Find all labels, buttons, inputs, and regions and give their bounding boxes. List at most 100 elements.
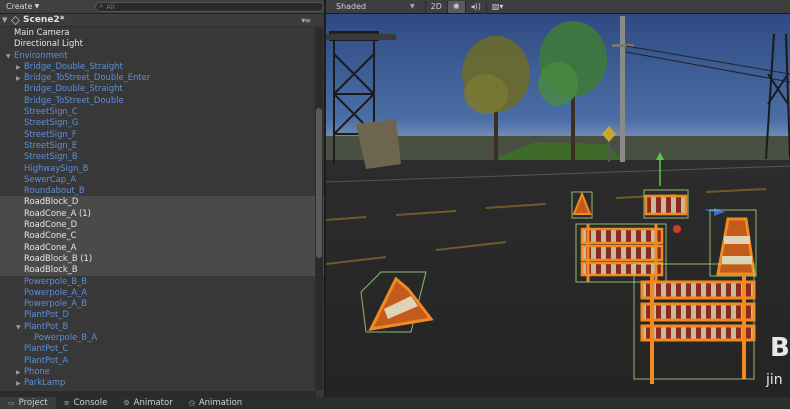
hierarchy-item[interactable]: ▼ PlantPot_B	[0, 321, 324, 332]
hierarchy-item[interactable]: HighwaySign_B	[0, 163, 324, 174]
animator-icon: ⚙	[123, 399, 130, 407]
scene-view-panel: Shaded ▼ 2D ✺ ◂)) ▨▾ B jin	[326, 0, 790, 397]
watermark-letter: B	[770, 333, 790, 363]
hierarchy-item-label: RoadCone_C	[24, 230, 77, 241]
hierarchy-item-label: HighwaySign_B	[24, 162, 89, 173]
hierarchy-item[interactable]: StreetSign_C	[0, 106, 324, 117]
hierarchy-item[interactable]: RoadCone_A	[0, 241, 324, 253]
hierarchy-item-label: PlantPot_B	[24, 320, 69, 331]
hierarchy-item[interactable]: StreetSign_G	[0, 117, 324, 128]
hierarchy-item-label: Powerpole_A_B	[24, 298, 88, 309]
hierarchy-item[interactable]: ▼ Environment	[0, 50, 324, 61]
hierarchy-item[interactable]: Roundabout_B	[0, 185, 324, 196]
hierarchy-item-label: StreetSign_G	[24, 117, 79, 128]
hierarchy-item[interactable]: PlantPot_A	[0, 355, 324, 366]
hierarchy-item[interactable]: StreetSign_E	[0, 140, 324, 151]
hierarchy-item[interactable]: RoadBlock_B (1)	[0, 252, 324, 265]
tab-label: Animator	[133, 398, 173, 408]
tab-label: Project	[18, 398, 48, 408]
search-icon: ⌕	[99, 2, 104, 10]
scene-header[interactable]: ▼ Scene2* ▾≡	[0, 14, 324, 27]
toggle-2d-button[interactable]: 2D	[424, 0, 447, 13]
hierarchy-vertical-scrollbar[interactable]	[315, 28, 323, 390]
hierarchy-item[interactable]: Powerpole_A_B	[0, 298, 324, 309]
hierarchy-item[interactable]: Main Camera	[0, 27, 324, 38]
hierarchy-item[interactable]: ▶ ParkLamp	[0, 377, 324, 388]
hierarchy-item-label: PlantPot_D	[24, 309, 69, 320]
hierarchy-item-label: Bridge_Double_Straight	[24, 83, 123, 94]
bottom-tab-bar: ▭ Project ≡ Console ⚙ Animator ◷ Animation	[0, 397, 790, 409]
hierarchy-item-label: RoadBlock_D	[24, 196, 79, 207]
hierarchy-item-label: StreetSign_B	[24, 151, 78, 162]
roadblock-d-selected[interactable]	[575, 223, 667, 283]
unity-editor-window: Create ▼ ⌕ All ▼ Scene2* ▾≡ Main Camera D…	[0, 0, 790, 409]
scrollbar-thumb[interactable]	[316, 108, 322, 258]
hierarchy-item[interactable]: ▶ Phone	[0, 366, 324, 377]
hierarchy-item-label: RoadCone_D	[24, 219, 78, 230]
scene-options-icon[interactable]: ▾≡	[301, 16, 311, 25]
scene-lighting-icon[interactable]: ✺	[446, 0, 465, 13]
hierarchy-item-label: Powerpole_B_B	[24, 275, 88, 286]
tab-label: Console	[73, 398, 108, 408]
search-placeholder: All	[106, 2, 115, 11]
hierarchy-item[interactable]: SewerCap_A	[0, 174, 324, 185]
hierarchy-item-label: Roundabout_B	[24, 185, 85, 196]
scene-title: Scene2*	[23, 15, 65, 25]
hierarchy-panel: Create ▼ ⌕ All ▼ Scene2* ▾≡ Main Camera D…	[0, 0, 325, 397]
hierarchy-item-label: Environment	[14, 49, 68, 60]
scene-effects-icon[interactable]: ▨▾	[485, 0, 509, 13]
hierarchy-tree: Main Camera Directional Light ▼ Environment…	[0, 27, 324, 389]
hierarchy-item[interactable]: PlantPot_D	[0, 309, 324, 320]
hierarchy-item-label: Directional Light	[14, 38, 83, 49]
hierarchy-item[interactable]: Bridge_ToStreet_Double	[0, 95, 324, 106]
folder-icon: ▭	[8, 399, 15, 407]
hierarchy-item[interactable]: StreetSign_B	[0, 151, 324, 162]
hierarchy-item-label: StreetSign_E	[24, 139, 78, 150]
scene-toolbar: Shaded ▼ 2D ✺ ◂)) ▨▾	[326, 0, 790, 14]
hierarchy-item[interactable]: Directional Light	[0, 38, 324, 49]
bridge-deck	[326, 34, 396, 40]
tab-console[interactable]: ≡ Console	[56, 397, 116, 409]
hierarchy-item-label: StreetSign_C	[24, 106, 78, 117]
shading-mode-dropdown[interactable]: Shaded	[326, 2, 410, 11]
hierarchy-item-label: RoadCone_A (1)	[24, 207, 91, 218]
create-label: Create	[6, 2, 33, 11]
tab-project[interactable]: ▭ Project	[0, 397, 56, 409]
hierarchy-item-label: RoadBlock_B	[24, 264, 78, 275]
watermark-subtext: jin	[765, 372, 783, 388]
tab-animator[interactable]: ⚙ Animator	[115, 397, 180, 409]
hierarchy-item-label: Powerpole_A_A	[24, 286, 88, 297]
console-icon: ≡	[63, 399, 70, 407]
hierarchy-item[interactable]: RoadCone_C	[0, 230, 324, 242]
unity-scene-icon	[11, 15, 20, 25]
hierarchy-item[interactable]: RoadCone_D	[0, 219, 324, 231]
hierarchy-item-label: RoadBlock_B (1)	[24, 252, 93, 263]
hierarchy-item-label: PlantPot_C	[24, 343, 69, 354]
create-dropdown[interactable]: Create ▼	[2, 2, 43, 11]
hierarchy-item-label: SewerCap_A	[24, 173, 77, 184]
hierarchy-item[interactable]: RoadBlock_D	[0, 196, 324, 208]
hierarchy-item[interactable]: RoadBlock_B	[0, 264, 324, 276]
hierarchy-item[interactable]: Powerpole_A_A	[0, 287, 324, 298]
hierarchy-item-label: Powerpole_B_A	[34, 332, 98, 343]
hierarchy-item-label: PlantPot_A	[24, 354, 69, 365]
caret-down-icon: ▼	[34, 3, 40, 10]
tab-animation[interactable]: ◷ Animation	[181, 397, 250, 409]
hierarchy-item-label: Bridge_Double_Straight	[24, 60, 123, 71]
hierarchy-item-label: Phone	[24, 365, 50, 376]
hierarchy-item[interactable]: Powerpole_B_A	[0, 332, 324, 343]
caret-down-icon: ▼	[410, 3, 415, 10]
expand-right-icon[interactable]: ▶	[16, 378, 24, 389]
hierarchy-item[interactable]: PlantPot_C	[0, 343, 324, 354]
hierarchy-item[interactable]: ▶ Bridge_ToStreet_Double_Enter	[0, 72, 324, 83]
hierarchy-item[interactable]: StreetSign_F	[0, 129, 324, 140]
hierarchy-item[interactable]: ▶ Bridge_Double_Straight	[0, 61, 324, 72]
hierarchy-item-label: StreetSign_F	[24, 128, 77, 139]
hierarchy-item[interactable]: RoadCone_A (1)	[0, 207, 324, 220]
hierarchy-search-input[interactable]: ⌕ All	[95, 1, 324, 12]
hierarchy-item-label: ParkLamp	[24, 377, 66, 388]
scene-viewport[interactable]: B jin	[326, 14, 790, 397]
hierarchy-item[interactable]: Powerpole_B_B	[0, 276, 324, 287]
hierarchy-item[interactable]: Bridge_Double_Straight	[0, 83, 324, 94]
scene-audio-icon[interactable]: ◂))	[464, 0, 486, 13]
